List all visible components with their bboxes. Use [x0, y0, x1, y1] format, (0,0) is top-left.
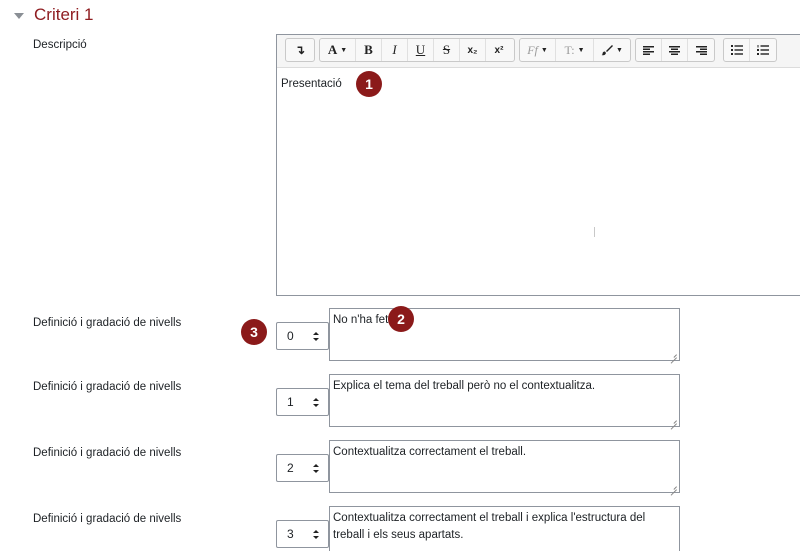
bullet-list-button[interactable] — [724, 39, 750, 61]
level-label: Definició i gradació de nivells — [33, 381, 182, 393]
level-definition-text: Contextualitza correctament el treball. — [333, 446, 527, 458]
numbered-list-icon — [757, 45, 769, 55]
description-editor[interactable]: ↴ A ▼ B I U S x₂ x² Ff ▼ T: ▼ ▼ Presenta… — [276, 34, 800, 296]
align-right-icon — [695, 45, 707, 55]
align-right-button[interactable] — [688, 39, 714, 61]
level-score-select[interactable]: 2 — [276, 454, 329, 482]
level-definition-text: Explica el tema del treball però no el c… — [333, 380, 596, 392]
annotation-marker: 1 — [356, 71, 382, 97]
level-definition-textarea[interactable]: Contextualitza correctament el treball. — [329, 440, 680, 493]
font-size-label: T: — [564, 42, 575, 57]
text-cursor-icon — [594, 227, 595, 237]
spinner-arrows-icon — [313, 332, 319, 342]
font-color-button[interactable]: A ▼ — [320, 39, 356, 61]
annotation-marker: 2 — [388, 306, 414, 332]
spinner-arrows-icon — [313, 398, 319, 408]
align-center-button[interactable] — [662, 39, 688, 61]
level-definition-textarea[interactable]: Explica el tema del treball però no el c… — [329, 374, 680, 427]
italic-button[interactable]: I — [382, 39, 408, 61]
toolbar-group-lists — [723, 38, 777, 62]
level-score-select[interactable]: 3 — [276, 520, 329, 548]
resize-grip-icon[interactable] — [670, 351, 677, 358]
font-family-label: Ff — [527, 42, 538, 57]
toolbar-collapse-icon[interactable]: ↴ — [286, 39, 314, 61]
font-family-dropdown-icon: ▼ — [540, 46, 548, 54]
font-size-dropdown-icon: ▼ — [577, 46, 585, 54]
description-label: Descripció — [33, 39, 87, 51]
align-left-icon — [643, 45, 654, 55]
level-score-select[interactable]: 1 — [276, 388, 329, 416]
level-score-value: 0 — [287, 329, 294, 343]
resize-grip-icon[interactable] — [670, 483, 677, 490]
annotation-marker: 3 — [241, 319, 267, 345]
brush-button[interactable]: ▼ — [594, 39, 630, 61]
toolbar-group-align — [635, 38, 715, 62]
editor-toolbar: ↴ A ▼ B I U S x₂ x² Ff ▼ T: ▼ ▼ — [277, 35, 800, 68]
editor-content[interactable]: Presentació — [281, 78, 342, 90]
superscript-button[interactable]: x² — [486, 39, 512, 61]
section-header[interactable]: Criteri 1 — [14, 4, 94, 26]
align-center-icon — [669, 45, 680, 55]
bullet-list-icon — [730, 45, 743, 55]
level-score-value: 2 — [287, 461, 294, 475]
font-family-button[interactable]: Ff ▼ — [520, 39, 556, 61]
level-label: Definició i gradació de nivells — [33, 513, 182, 525]
level-score-value: 1 — [287, 395, 294, 409]
level-definition-textarea[interactable]: Contextualitza correctament el treball i… — [329, 506, 680, 551]
brush-icon — [601, 45, 614, 56]
bold-button[interactable]: B — [356, 39, 382, 61]
spinner-arrows-icon — [313, 530, 319, 540]
font-color-label: A — [327, 42, 338, 57]
font-color-dropdown-icon: ▼ — [340, 46, 348, 54]
underline-button[interactable]: U — [408, 39, 434, 61]
brush-dropdown-icon: ▼ — [616, 46, 623, 54]
numbered-list-button[interactable] — [750, 39, 776, 61]
toolbar-group-collapse: ↴ — [285, 38, 315, 62]
level-label: Definició i gradació de nivells — [33, 447, 182, 459]
subscript-button[interactable]: x₂ — [460, 39, 486, 61]
level-definition-textarea[interactable]: No n'ha fet. — [329, 308, 680, 361]
level-definition-text: No n'ha fet. — [333, 314, 392, 326]
level-definition-text: Contextualitza correctament el treball i… — [333, 512, 646, 541]
toolbar-group-font: Ff ▼ T: ▼ ▼ — [519, 38, 631, 62]
collapse-caret-icon[interactable] — [14, 12, 24, 19]
strikethrough-button[interactable]: S — [434, 39, 460, 61]
spinner-arrows-icon — [313, 464, 319, 474]
resize-grip-icon[interactable] — [670, 417, 677, 424]
section-title: Criteri 1 — [34, 5, 94, 24]
level-score-value: 3 — [287, 527, 294, 541]
level-score-select[interactable]: 0 — [276, 322, 329, 350]
level-label: Definició i gradació de nivells — [33, 317, 182, 329]
toolbar-group-format: A ▼ B I U S x₂ x² — [319, 38, 515, 62]
font-size-button[interactable]: T: ▼ — [556, 39, 594, 61]
align-left-button[interactable] — [636, 39, 662, 61]
